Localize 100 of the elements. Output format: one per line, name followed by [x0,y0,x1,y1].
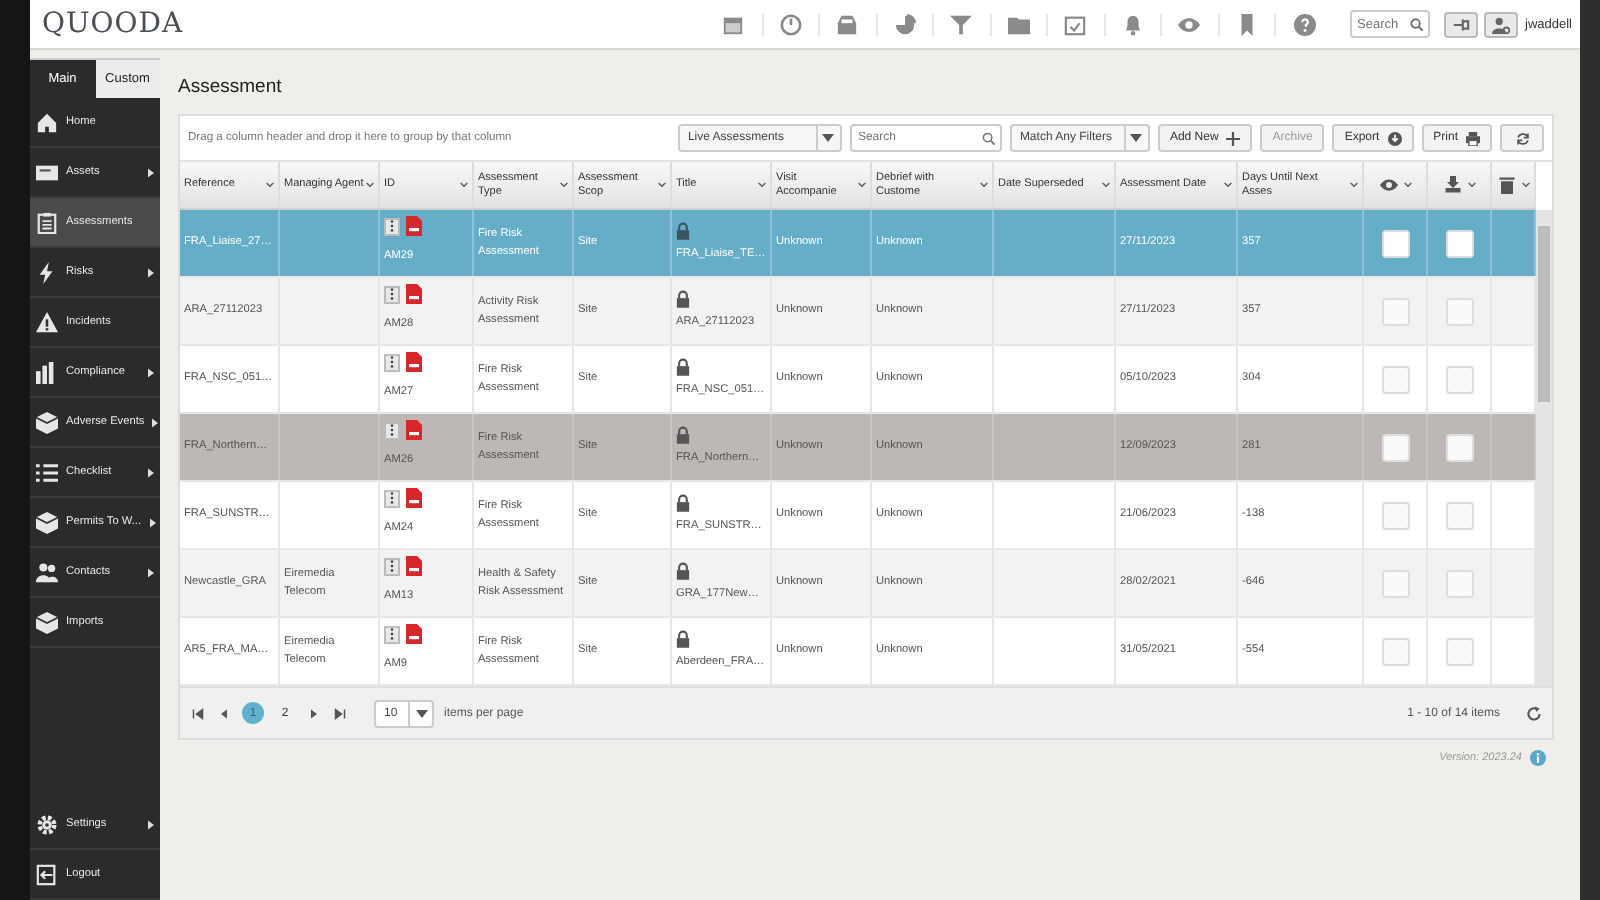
checkbox[interactable] [1445,365,1473,393]
filter-icon[interactable] [950,13,973,35]
download-icon [1443,176,1461,194]
info-icon[interactable] [1530,750,1546,766]
pin-icon [1451,15,1469,33]
caret-icon [148,467,154,477]
pdf-file-icon [406,488,422,508]
page-title: Assessment [178,76,284,100]
more-button[interactable] [384,285,400,303]
plus-icon [1226,131,1241,145]
chevron-down-icon [858,182,866,188]
checkbox[interactable] [1381,365,1409,393]
pdf-file-icon [406,556,422,576]
chevron-down-icon [1102,182,1110,188]
caret-down-icon [1130,134,1143,142]
checkbox[interactable] [1381,501,1409,529]
list-icon [36,461,58,483]
padlock-icon [676,494,690,513]
bar-chart-icon [36,361,58,383]
first-page-button[interactable] [190,703,206,723]
checkbox[interactable] [1445,297,1473,325]
logo[interactable]: QUOODA [42,8,184,40]
checkbox[interactable] [1381,229,1409,257]
pdf-file-icon [406,284,422,304]
warning-icon [36,311,58,333]
chevron-down-icon [758,182,766,188]
pin-button[interactable] [1443,11,1477,37]
checkbox[interactable] [1381,637,1409,665]
caret-icon [152,417,159,427]
pdf-file-icon [406,624,422,644]
caret-icon [148,267,154,277]
checkbox[interactable] [1381,433,1409,461]
checkbox[interactable] [1445,433,1473,461]
padlock-icon [676,290,690,309]
bell-icon[interactable] [1121,13,1144,35]
more-button[interactable] [384,489,400,507]
chevron-down-icon [1403,182,1411,188]
refresh-icon [1515,131,1529,145]
caret-icon [148,567,154,577]
help-icon[interactable] [1293,13,1316,35]
checkbox[interactable] [1445,229,1473,257]
box-icon [36,411,58,433]
checkbox[interactable] [1381,569,1409,597]
user-icon [1491,15,1509,33]
search-icon [1409,17,1423,31]
caret-icon [148,367,154,377]
caret-down-icon [415,709,427,717]
chevron-down-icon [366,182,374,188]
next-page-icon [308,707,320,719]
folder-icon[interactable] [1007,13,1030,35]
more-button[interactable] [384,557,400,575]
pdf-file-icon [406,352,422,372]
refresh-icon[interactable] [1526,705,1542,721]
clipboard-icon [36,211,58,233]
gauge-icon[interactable] [779,13,802,35]
trash-icon [1497,176,1515,194]
more-button[interactable] [384,625,400,643]
checkbox[interactable] [1381,297,1409,325]
more-button[interactable] [384,421,400,439]
user-button[interactable] [1483,11,1517,37]
inbox-icon[interactable] [836,13,859,35]
chevron-down-icon [1224,182,1232,188]
caret-icon [148,167,154,177]
chevron-down-icon [460,182,468,188]
chevron-down-icon [560,182,568,188]
gear-icon [36,813,58,835]
chevron-down-icon [266,182,274,188]
calendar-check-icon[interactable] [1064,13,1087,35]
more-button[interactable] [384,217,400,235]
calendar-icon[interactable] [722,13,745,35]
chevron-down-icon [658,182,666,188]
pie-chart-icon[interactable] [893,13,916,35]
padlock-icon [676,358,690,377]
people-icon [36,561,58,583]
checkbox[interactable] [1445,501,1473,529]
first-page-icon [192,707,204,719]
last-page-icon [334,707,346,719]
checkbox[interactable] [1445,569,1473,597]
padlock-icon [676,222,690,241]
last-page-button[interactable] [332,703,348,723]
search-icon [981,131,996,145]
lightning-icon [36,261,58,283]
eye-icon [1379,176,1397,194]
card-icon [36,161,58,183]
more-button[interactable] [384,353,400,371]
printer-icon [1466,131,1480,145]
scrollbar[interactable] [1536,210,1552,686]
caret-icon [148,819,154,829]
download-circle-icon [1387,131,1402,145]
chevron-down-icon [1467,182,1475,188]
caret-icon [149,517,156,527]
box-icon [36,511,58,533]
chevron-down-icon [1350,182,1358,188]
refresh-button[interactable] [1500,124,1544,152]
checkbox[interactable] [1445,637,1473,665]
chevron-down-icon [1521,182,1529,188]
eye-icon[interactable] [1178,13,1201,35]
caret-down-icon [822,134,835,142]
pdf-file-icon [406,216,422,236]
box-icon [36,611,58,633]
